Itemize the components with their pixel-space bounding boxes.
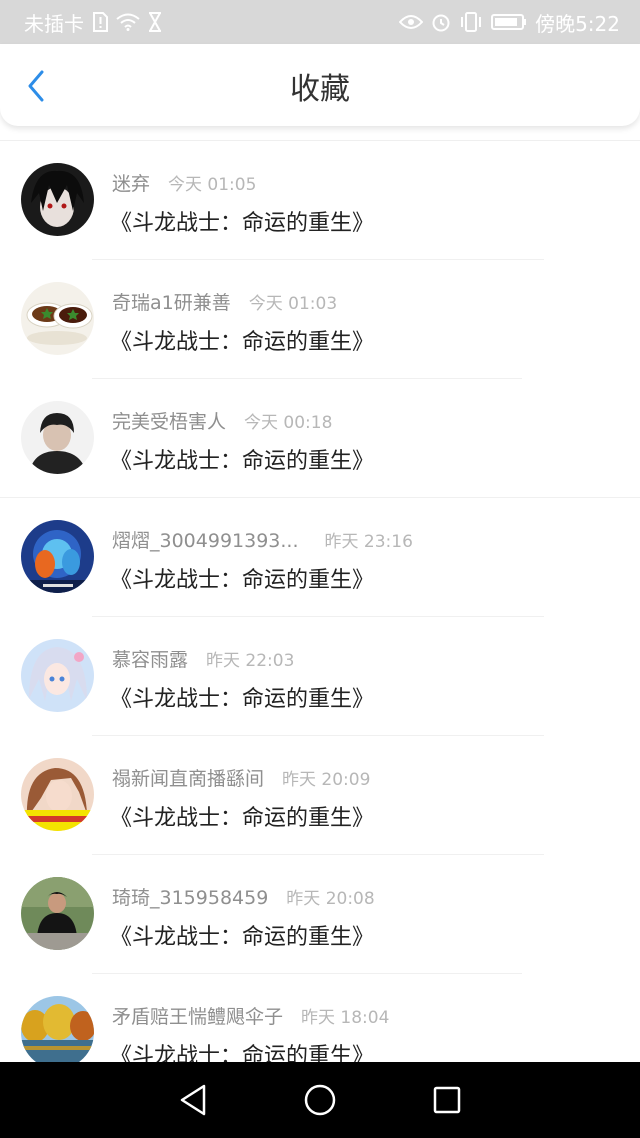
item-meta: 琦琦_315958459 昨天 20:08 [112, 883, 375, 910]
avatar[interactable] [21, 520, 94, 593]
home-circle-icon [304, 1084, 336, 1116]
nav-home-button[interactable] [298, 1078, 342, 1122]
list-item[interactable]: 迷弃 今天 01:05 《斗龙战士：命运的重生》 [0, 141, 640, 260]
list-item[interactable]: 完美受梧害人 今天 00:18 《斗龙战士：命运的重生》 [0, 379, 640, 498]
item-meta: 奇瑞a1研兼善 今天 01:03 [112, 288, 337, 315]
avatar[interactable] [21, 639, 94, 712]
username[interactable]: 奇瑞a1研兼善 [112, 288, 231, 315]
book-title[interactable]: 《斗龙战士：命运的重生》 [110, 800, 374, 832]
sim-alert-icon [92, 12, 108, 32]
book-title[interactable]: 《斗龙战士：命运的重生》 [110, 1038, 374, 1062]
timestamp: 昨天 22:03 [206, 651, 295, 671]
username[interactable]: 完美受梧害人 [112, 407, 226, 434]
list-item[interactable]: 矛盾赔王惴鳢飓伞子 昨天 18:04 《斗龙战士：命运的重生》 [0, 974, 640, 1062]
status-right: 傍晚5:22 [399, 8, 620, 37]
username[interactable]: 矛盾赔王惴鳢飓伞子 [112, 1002, 283, 1029]
list-item[interactable]: 琦琦_315958459 昨天 20:08 《斗龙战士：命运的重生》 [0, 855, 640, 974]
system-nav-bar [0, 1062, 640, 1138]
header: 收藏 [0, 44, 640, 126]
hourglass-icon [148, 12, 162, 32]
battery-icon [491, 13, 527, 31]
favorites-list: 迷弃 今天 01:05 《斗龙战士：命运的重生》 奇瑞a1研兼善 今天 01:0… [0, 140, 640, 1062]
item-meta: 慕容雨露 昨天 22:03 [112, 645, 294, 672]
timestamp: 昨天 20:08 [286, 889, 375, 909]
username[interactable]: 熠熠_3004991393... [112, 526, 299, 553]
book-title[interactable]: 《斗龙战士：命运的重生》 [110, 562, 374, 594]
item-meta: 矛盾赔王惴鳢飓伞子 昨天 18:04 [112, 1002, 389, 1029]
back-button[interactable] [14, 64, 58, 108]
book-title[interactable]: 《斗龙战士：命运的重生》 [110, 324, 374, 356]
username[interactable]: 迷弃 [112, 169, 150, 196]
recents-square-icon [433, 1086, 460, 1114]
nav-recents-button[interactable] [425, 1078, 469, 1122]
list-item[interactable]: 禢新闻直啇播繇间 昨天 20:09 《斗龙战士：命运的重生》 [0, 736, 640, 855]
chevron-left-icon [28, 70, 44, 102]
nav-back-button[interactable] [171, 1078, 215, 1122]
book-title[interactable]: 《斗龙战士：命运的重生》 [110, 205, 374, 237]
username[interactable]: 禢新闻直啇播繇间 [112, 764, 264, 791]
avatar[interactable] [21, 877, 94, 950]
item-meta: 熠熠_3004991393... 昨天 23:16 [112, 526, 413, 553]
alarm-icon [431, 12, 451, 32]
list-item[interactable]: 奇瑞a1研兼善 今天 01:03 《斗龙战士：命运的重生》 [0, 260, 640, 379]
page-title: 收藏 [290, 72, 350, 107]
timestamp: 今天 01:05 [168, 175, 257, 195]
item-meta: 迷弃 今天 01:05 [112, 169, 256, 196]
avatar[interactable] [21, 163, 94, 236]
back-triangle-icon [181, 1084, 206, 1116]
status-bar: 未插卡 傍晚5:22 [0, 0, 640, 44]
username[interactable]: 慕容雨露 [112, 645, 188, 672]
eye-icon [399, 14, 424, 30]
timestamp: 昨天 23:16 [324, 532, 413, 552]
avatar[interactable] [21, 758, 94, 831]
wifi-icon [116, 13, 140, 31]
book-title[interactable]: 《斗龙战士：命运的重生》 [110, 919, 374, 951]
clock-time: 傍晚5:22 [535, 11, 620, 36]
item-meta: 完美受梧害人 今天 00:18 [112, 407, 332, 434]
timestamp: 今天 00:18 [244, 413, 333, 433]
book-title[interactable]: 《斗龙战士：命运的重生》 [110, 681, 374, 713]
timestamp: 昨天 18:04 [301, 1008, 390, 1028]
list-item[interactable]: 熠熠_3004991393... 昨天 23:16 《斗龙战士：命运的重生》 [0, 498, 640, 617]
book-title[interactable]: 《斗龙战士：命运的重生》 [110, 443, 374, 475]
timestamp: 今天 01:03 [248, 294, 338, 314]
list-item[interactable]: 慕容雨露 昨天 22:03 《斗龙战士：命运的重生》 [0, 617, 640, 736]
carrier-label: 未插卡 [24, 11, 84, 36]
avatar[interactable] [21, 401, 94, 474]
vibrate-icon [459, 12, 483, 32]
username[interactable]: 琦琦_315958459 [112, 883, 268, 910]
item-meta: 禢新闻直啇播繇间 昨天 20:09 [112, 764, 370, 791]
avatar[interactable] [21, 996, 94, 1062]
timestamp: 昨天 20:09 [282, 770, 371, 790]
status-left: 未插卡 [24, 8, 162, 37]
avatar[interactable] [21, 282, 94, 355]
